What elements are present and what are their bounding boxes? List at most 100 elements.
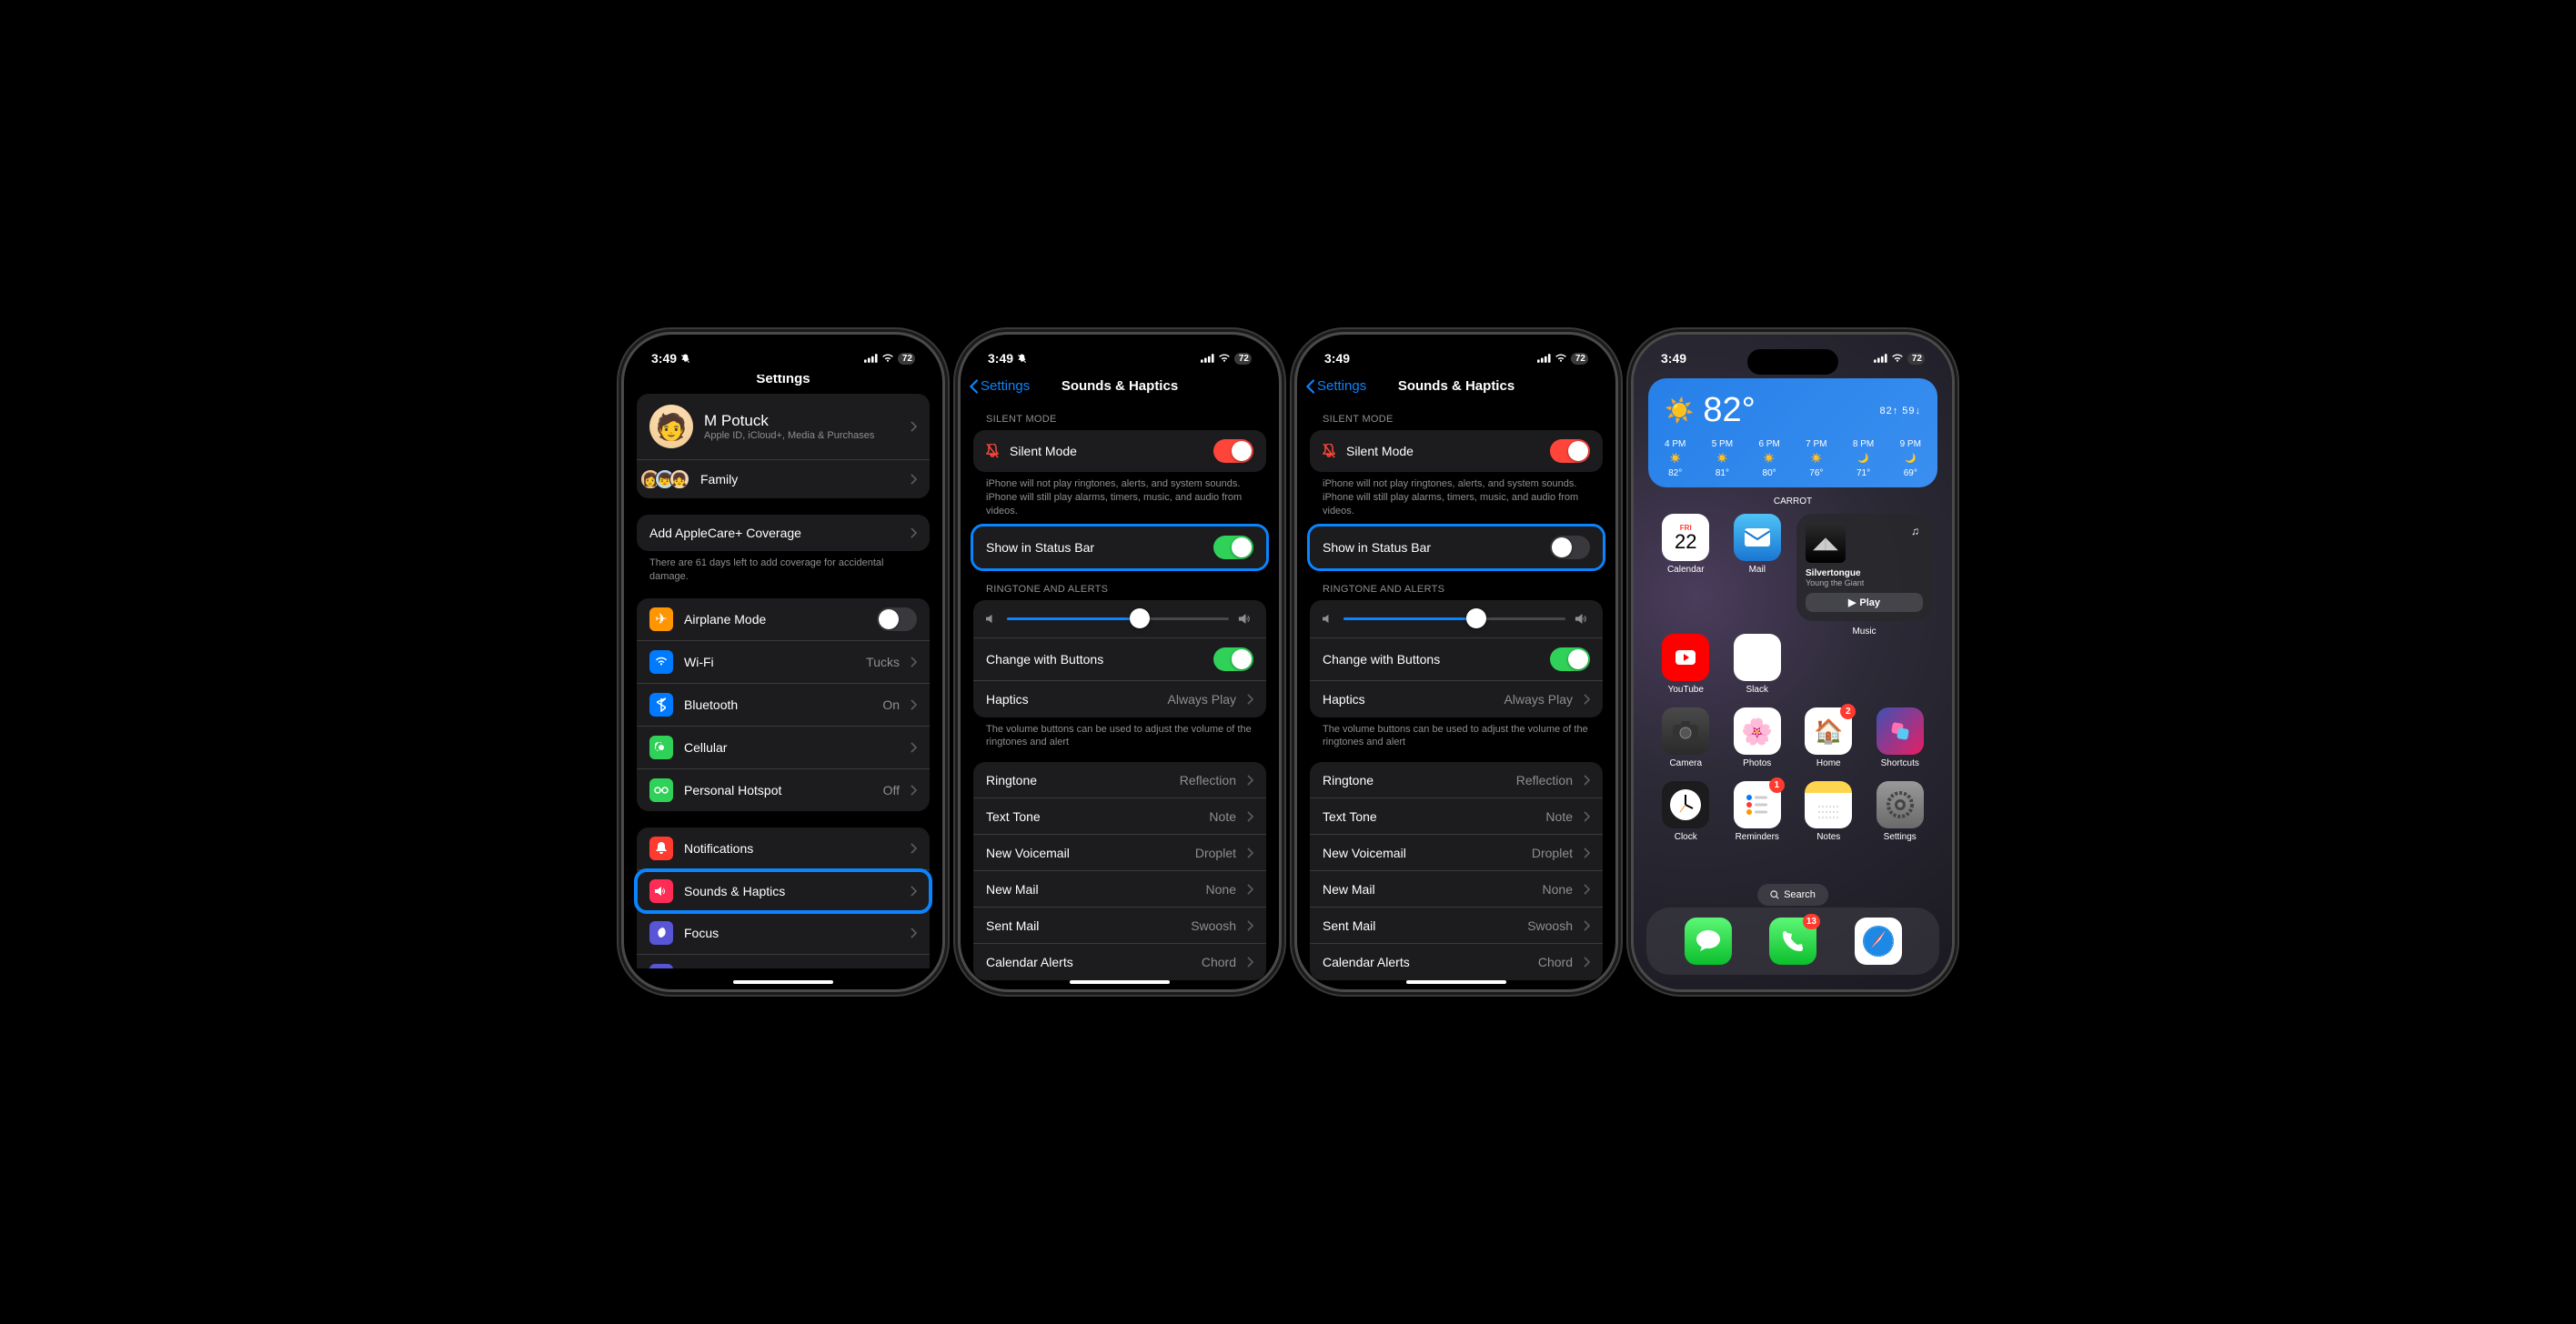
volume-footer: The volume buttons can be used to adjust… — [973, 717, 1266, 756]
focus-row[interactable]: Focus — [637, 912, 930, 955]
wifi-row[interactable]: Wi-Fi Tucks — [637, 641, 930, 684]
ringtone-row[interactable]: RingtoneReflection — [1310, 762, 1603, 798]
show-status-bar-row[interactable]: Show in Status Bar — [973, 527, 1266, 568]
app-photos[interactable]: 🌸 Photos — [1726, 707, 1790, 768]
volume-slider-row[interactable] — [973, 600, 1266, 638]
dock: 13 — [1646, 908, 1939, 975]
chevron-right-icon — [1247, 811, 1253, 822]
chevron-left-icon — [1306, 379, 1315, 394]
music-play-button[interactable]: ▶Play — [1806, 593, 1923, 612]
texttone-row[interactable]: Text ToneNote — [1310, 798, 1603, 835]
search-button[interactable]: Search — [1757, 884, 1828, 906]
app-youtube[interactable]: YouTube — [1654, 634, 1718, 695]
silent-mode-row[interactable]: Silent Mode — [973, 430, 1266, 472]
silent-mode-label: Silent Mode — [1010, 444, 1202, 458]
show-status-highlight: Show in Status Bar — [1307, 524, 1605, 571]
back-button[interactable]: Settings — [1306, 378, 1366, 394]
status-time: 3:49 — [988, 351, 1013, 366]
airplane-row[interactable]: ✈︎ Airplane Mode — [637, 598, 930, 641]
app-settings[interactable]: Settings — [1868, 781, 1933, 842]
focus-label: Focus — [684, 926, 900, 940]
connectivity-group: ✈︎ Airplane Mode Wi-Fi Tucks Bluetooth O… — [637, 598, 930, 811]
attention-group: Notifications Sounds & Haptics Focus Scr… — [637, 828, 930, 968]
reminders-badge: 1 — [1769, 777, 1785, 793]
texttone-row[interactable]: Text ToneNote — [973, 798, 1266, 835]
airplane-icon: ✈︎ — [649, 607, 673, 631]
haptics-row[interactable]: Haptics Always Play — [1310, 681, 1603, 717]
silent-header: SILENT MODE — [1310, 401, 1603, 430]
home-indicator[interactable] — [1070, 980, 1170, 984]
status-time: 3:49 — [651, 351, 677, 366]
app-clock[interactable]: Clock — [1654, 781, 1718, 842]
haptics-row[interactable]: Haptics Always Play — [973, 681, 1266, 717]
dynamic-island — [1074, 349, 1165, 375]
apple-id-row[interactable]: 🧑 M Potuck Apple ID, iCloud+, Media & Pu… — [637, 394, 930, 460]
sentmail-row[interactable]: Sent MailSwoosh — [973, 908, 1266, 944]
search-label: Search — [1784, 889, 1816, 900]
voicemail-row[interactable]: New VoicemailDroplet — [1310, 835, 1603, 871]
app-camera[interactable]: Camera — [1654, 707, 1718, 768]
show-status-toggle-off[interactable] — [1550, 536, 1590, 559]
family-row[interactable]: 👩 👦 👧 Family — [637, 460, 930, 498]
calendar-alerts-row[interactable]: Calendar AlertsChord — [1310, 944, 1603, 980]
app-shortcuts[interactable]: Shortcuts — [1868, 707, 1933, 768]
camera-icon — [1673, 721, 1698, 741]
home-icon: 🏠 — [1814, 717, 1843, 746]
show-status-toggle-on[interactable] — [1213, 536, 1253, 559]
hotspot-row[interactable]: Personal Hotspot Off — [637, 769, 930, 811]
chevron-right-icon — [911, 928, 917, 938]
change-buttons-row[interactable]: Change with Buttons — [973, 638, 1266, 681]
app-home[interactable]: 🏠2 Home — [1796, 707, 1861, 768]
silent-mode-toggle[interactable] — [1213, 439, 1253, 463]
newmail-row[interactable]: New MailNone — [1310, 871, 1603, 908]
notifications-row[interactable]: Notifications — [637, 828, 930, 870]
newmail-row[interactable]: New MailNone — [973, 871, 1266, 908]
weather-widget[interactable]: ☀️ 82° 82↑ 59↓ 4 PM☀️82° 5 PM☀️81° 6 PM☀… — [1648, 378, 1937, 487]
app-slack[interactable]: ✱ Slack — [1726, 634, 1790, 695]
change-buttons-toggle[interactable] — [1213, 647, 1253, 671]
wifi-icon — [1218, 354, 1231, 363]
volume-slider[interactable] — [1007, 617, 1229, 620]
back-button[interactable]: Settings — [970, 378, 1030, 394]
applecare-footer: There are 61 days left to add coverage f… — [637, 551, 930, 589]
dock-phone[interactable]: 13 — [1769, 918, 1816, 965]
sounds-haptics-row[interactable]: Sounds & Haptics — [637, 870, 930, 912]
hotspot-value: Off — [883, 783, 900, 797]
voicemail-row[interactable]: New VoicemailDroplet — [973, 835, 1266, 871]
dock-messages[interactable] — [1685, 918, 1732, 965]
calendar-alerts-row[interactable]: Calendar AlertsChord — [973, 944, 1266, 980]
bluetooth-row[interactable]: Bluetooth On — [637, 684, 930, 727]
volume-slider-row[interactable] — [1310, 600, 1603, 638]
gear-icon — [1885, 789, 1916, 820]
airplane-toggle[interactable] — [877, 607, 917, 631]
screentime-row[interactable]: Screen Time — [637, 955, 930, 968]
phone-home-screen: 3:49 72 ☀️ 82° 82↑ 59↓ 4 PM☀️82° 5 PM☀️8… — [1634, 335, 1952, 989]
applecare-group: Add AppleCare+ Coverage — [637, 515, 930, 551]
haptics-value: Always Play — [1168, 692, 1236, 707]
volume-slider[interactable] — [1343, 617, 1565, 620]
page-title: Sounds & Haptics — [1398, 378, 1514, 394]
app-notes[interactable]: Notes — [1796, 781, 1861, 842]
applecare-row[interactable]: Add AppleCare+ Coverage — [637, 515, 930, 551]
change-buttons-row[interactable]: Change with Buttons — [1310, 638, 1603, 681]
silent-mode-toggle[interactable] — [1550, 439, 1590, 463]
change-buttons-toggle[interactable] — [1550, 647, 1590, 671]
silent-footer: iPhone will not play ringtones, alerts, … — [973, 472, 1266, 524]
home-indicator[interactable] — [1406, 980, 1506, 984]
dock-safari[interactable] — [1855, 918, 1902, 965]
silent-mode-label: Silent Mode — [1346, 444, 1539, 458]
dynamic-island — [1747, 349, 1838, 375]
weather-forecast: 4 PM☀️82° 5 PM☀️81° 6 PM☀️80° 7 PM☀️76° … — [1665, 439, 1921, 478]
sentmail-row[interactable]: Sent MailSwoosh — [1310, 908, 1603, 944]
app-calendar[interactable]: FRI22 Calendar — [1654, 514, 1718, 621]
silent-mode-row[interactable]: Silent Mode — [1310, 430, 1603, 472]
app-mail[interactable]: Mail — [1726, 514, 1790, 621]
chevron-right-icon — [911, 742, 917, 753]
change-buttons-label: Change with Buttons — [1323, 652, 1539, 667]
music-widget[interactable]: ♫ ◢◣ Silvertongue Young the Giant ▶Play … — [1796, 514, 1932, 621]
ringtone-row[interactable]: RingtoneReflection — [973, 762, 1266, 798]
show-status-bar-row[interactable]: Show in Status Bar — [1310, 527, 1603, 568]
home-indicator[interactable] — [733, 980, 833, 984]
app-reminders[interactable]: 1 Reminders — [1726, 781, 1790, 842]
cellular-row[interactable]: Cellular — [637, 727, 930, 769]
